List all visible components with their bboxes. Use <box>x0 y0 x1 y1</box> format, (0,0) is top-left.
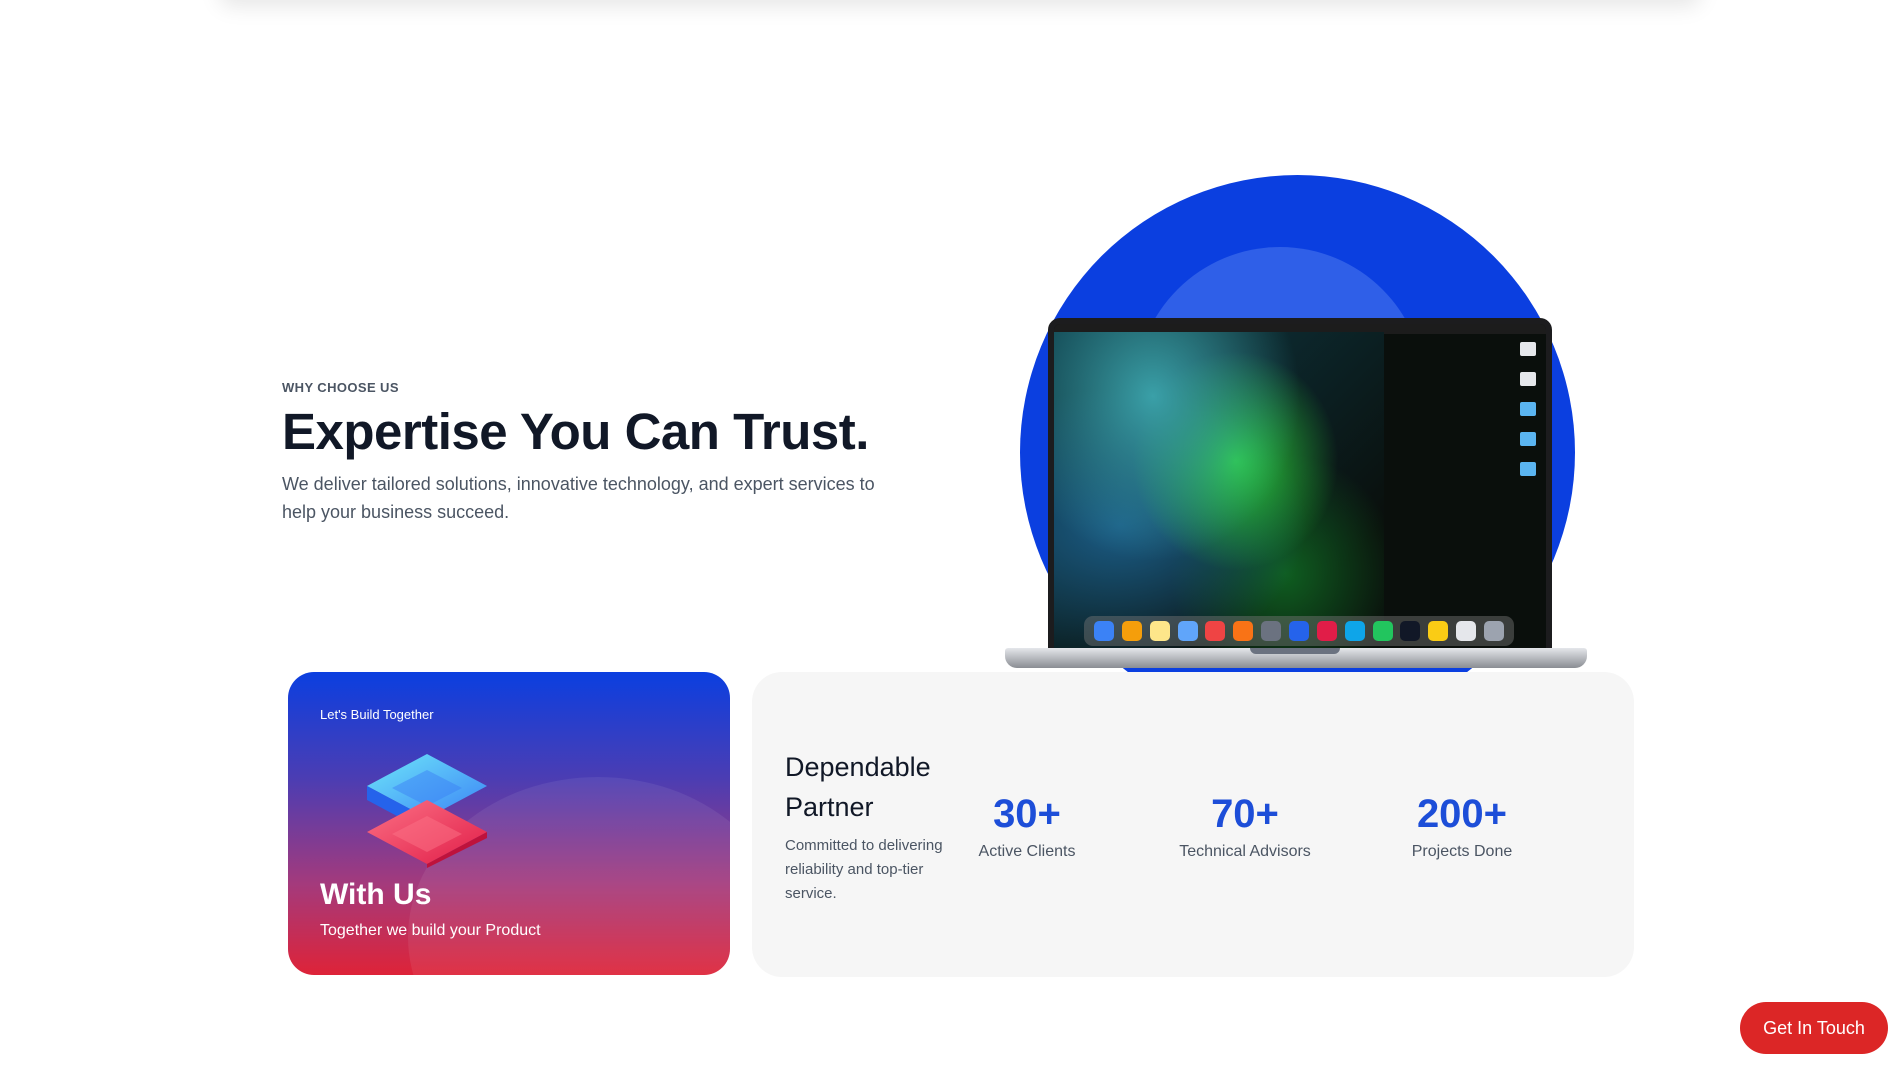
stat-label: Projects Done <box>1411 843 1513 860</box>
settings-icon <box>1261 621 1282 641</box>
document-icon <box>1520 372 1536 386</box>
laptop-notch <box>1250 648 1340 654</box>
chrome-icon <box>1205 621 1226 641</box>
stat-active-clients: 30+ Active Clients <box>917 792 1137 861</box>
stats-card: Dependable Partner Committed to deliveri… <box>752 672 1634 977</box>
terminal-icon <box>1400 621 1421 641</box>
build-together-card: Let's Build Together With Us Together we… <box>288 672 730 975</box>
stat-label: Active Clients <box>978 843 1076 860</box>
stat-value: 30+ <box>993 792 1061 836</box>
notes-icon <box>1149 621 1170 641</box>
slack-icon <box>1316 621 1337 641</box>
safari-icon <box>1177 621 1198 641</box>
mac-dock <box>1084 616 1514 646</box>
xcode-icon <box>1344 621 1365 641</box>
card-subtitle: Together we build your Product <box>320 922 541 939</box>
trash-icon <box>1483 621 1504 641</box>
launchpad-icon <box>1121 621 1142 641</box>
laptop-illustration <box>1000 170 1600 730</box>
stat-value: 70+ <box>1211 792 1279 836</box>
stat-technical-advisors: 70+ Technical Advisors <box>1135 792 1355 861</box>
firefox-icon <box>1233 621 1254 641</box>
messages-icon <box>1372 621 1393 641</box>
chrome-icon <box>1428 621 1449 641</box>
app-icon <box>1288 621 1309 641</box>
desktop-icons <box>1518 342 1538 492</box>
preview-icon <box>1456 621 1477 641</box>
company-logo-icon <box>367 754 487 868</box>
stat-value: 200+ <box>1416 792 1508 836</box>
card-title: With Us <box>320 878 432 911</box>
drive-icon <box>1520 342 1536 356</box>
section-subtitle: We deliver tailored solutions, innovativ… <box>282 474 875 522</box>
section-eyebrow: WHY CHOOSE US <box>282 380 399 395</box>
section-title: Expertise You Can Trust. <box>282 403 869 460</box>
card-eyebrow: Let's Build Together <box>320 707 434 722</box>
laptop-screen <box>1048 318 1552 660</box>
stat-label: Technical Advisors <box>1179 843 1311 860</box>
get-in-touch-button[interactable]: Get In Touch <box>1740 1002 1888 1054</box>
folder-icon <box>1520 432 1536 446</box>
folder-icon <box>1520 462 1536 476</box>
stat-projects-done: 200+ Projects Done <box>1352 792 1572 861</box>
finder-icon <box>1093 621 1114 641</box>
folder-icon <box>1520 402 1536 416</box>
wallpaper-feathers <box>1054 332 1384 654</box>
